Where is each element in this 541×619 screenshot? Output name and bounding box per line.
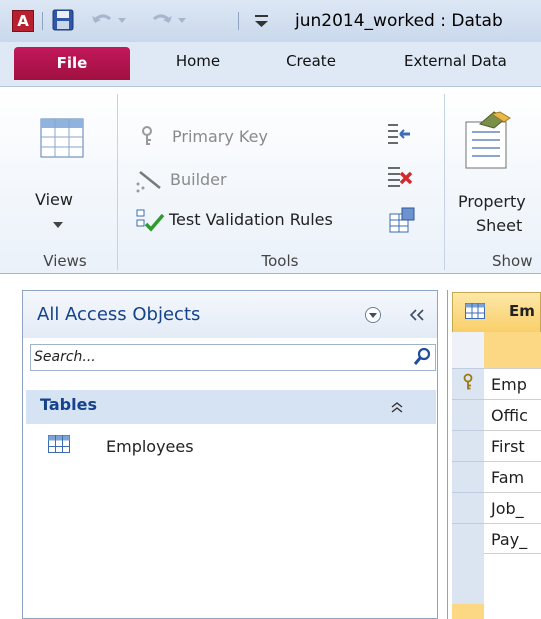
- select-all-corner[interactable]: [452, 332, 484, 368]
- tab-create[interactable]: Create: [262, 42, 360, 80]
- insert-rows-icon[interactable]: [386, 122, 412, 148]
- group-separator: [117, 94, 118, 270]
- save-icon[interactable]: [52, 9, 74, 31]
- view-label: View: [35, 190, 73, 209]
- nav-menu-dropdown-icon[interactable]: [364, 306, 382, 324]
- title-separator: [42, 12, 43, 30]
- view-button[interactable]: View: [28, 100, 100, 240]
- shutter-bar-close-icon[interactable]: [406, 306, 430, 324]
- search-placeholder: Search...: [34, 349, 96, 365]
- property-label-line2: Sheet: [476, 216, 523, 235]
- field-name-cell[interactable]: Pay_: [484, 523, 541, 554]
- tools-group-label: Tools: [261, 252, 299, 270]
- document-tab-label: Em: [509, 302, 535, 320]
- nav-item-label: Employees: [106, 437, 194, 456]
- builder-button[interactable]: Builder: [132, 166, 282, 194]
- view-dropdown-arrow-icon: [53, 222, 63, 228]
- table-icon: [48, 435, 70, 453]
- customize-quick-access-icon[interactable]: [252, 12, 272, 30]
- undo-icon[interactable]: [90, 9, 130, 31]
- table-icon: [465, 303, 485, 319]
- field-name-cell[interactable]: Emp: [484, 368, 541, 399]
- row-selector[interactable]: [452, 399, 484, 430]
- title-separator: [238, 12, 239, 30]
- redo-icon[interactable]: [150, 9, 190, 31]
- search-icon[interactable]: [412, 346, 434, 368]
- key-icon: [142, 126, 152, 145]
- validation-check-icon: [136, 209, 165, 232]
- test-validation-rules-button[interactable]: Test Validation Rules: [132, 206, 392, 236]
- property-sheet-button[interactable]: Property Sheet: [452, 104, 541, 240]
- field-name-cell[interactable]: First: [484, 430, 541, 461]
- views-group-label: Views: [43, 252, 87, 270]
- builder-wand-icon: [136, 171, 161, 193]
- collapse-section-icon[interactable]: [389, 399, 405, 415]
- tab-home[interactable]: Home: [150, 42, 246, 80]
- row-selector[interactable]: [452, 523, 484, 554]
- row-selector[interactable]: [452, 461, 484, 492]
- new-row-selector[interactable]: [452, 604, 484, 619]
- primary-key-label: Primary Key: [172, 127, 268, 146]
- tables-section-label: Tables: [40, 395, 97, 414]
- delete-rows-icon[interactable]: [386, 164, 414, 192]
- row-selector[interactable]: [452, 430, 484, 461]
- window-title: jun2014_worked : Datab: [295, 11, 503, 31]
- nav-pane-title[interactable]: All Access Objects: [37, 304, 200, 325]
- property-sheet-icon: [465, 111, 511, 169]
- row-selector[interactable]: [452, 492, 484, 523]
- access-app-icon[interactable]: A: [12, 10, 34, 32]
- show-group-label: Show: [492, 252, 533, 270]
- builder-label: Builder: [170, 170, 227, 189]
- new-field-cell[interactable]: [484, 604, 541, 619]
- tab-external-data[interactable]: External Data: [390, 42, 541, 80]
- property-label-line1: Property: [458, 192, 526, 211]
- row-selector[interactable]: [452, 368, 484, 399]
- primary-key-indicator-icon: [463, 373, 473, 390]
- tab-file[interactable]: File: [14, 47, 130, 80]
- field-name-cell[interactable]: Fam: [484, 461, 541, 492]
- modify-lookups-icon[interactable]: [388, 206, 418, 236]
- group-separator: [444, 94, 445, 270]
- field-name-cell[interactable]: Offic: [484, 399, 541, 430]
- primary-key-button[interactable]: Primary Key: [136, 124, 316, 150]
- test-validation-rules-label: Test Validation Rules: [169, 210, 333, 229]
- nav-item-employees[interactable]: [26, 430, 436, 462]
- field-name-cell[interactable]: Job_: [484, 492, 541, 523]
- datasheet-view-icon: [40, 118, 84, 158]
